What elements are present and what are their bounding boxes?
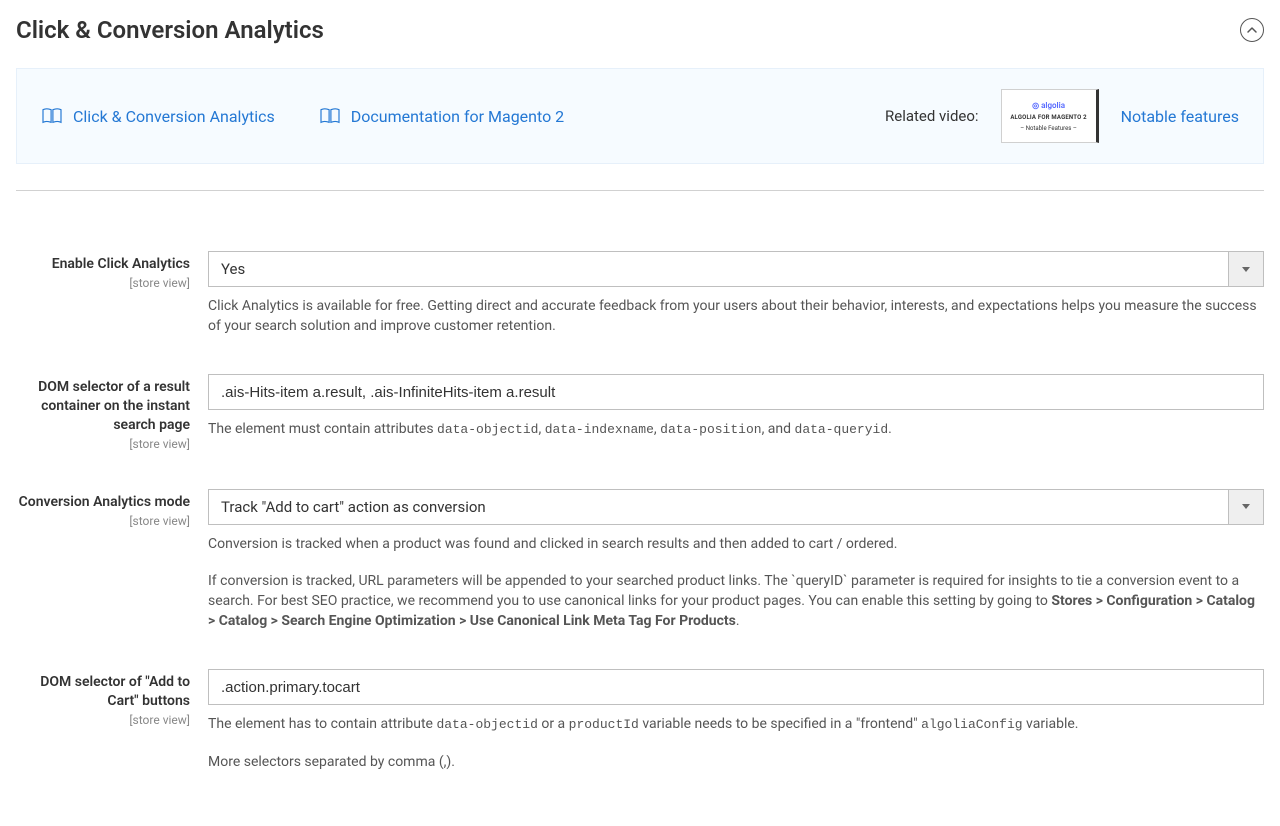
info-banner: Click & Conversion Analytics Documentati… <box>16 68 1264 164</box>
field-dom-selector-cart: DOM selector of "Add to Cart" buttons [s… <box>16 669 1264 772</box>
book-icon <box>41 107 63 125</box>
field-enable-click-analytics: Enable Click Analytics [store view] Yes … <box>16 251 1264 336</box>
thumb-subtitle: – Notable Features – <box>1020 125 1077 132</box>
field-label: Conversion Analytics mode <box>16 493 190 512</box>
chevron-up-icon <box>1246 24 1258 36</box>
field-conversion-mode: Conversion Analytics mode [store view] T… <box>16 489 1264 631</box>
chevron-down-icon[interactable] <box>1228 251 1264 287</box>
algolia-logo: ◎ algolia <box>1032 101 1065 110</box>
book-icon <box>319 107 341 125</box>
field-scope: [store view] <box>16 276 190 290</box>
dom-selector-result-input[interactable] <box>208 374 1264 410</box>
field-dom-selector-result: DOM selector of a result container on th… <box>16 374 1264 451</box>
link-documentation-magento2[interactable]: Documentation for Magento 2 <box>319 107 564 126</box>
link-notable-features[interactable]: Notable features <box>1121 107 1239 126</box>
link-label: Click & Conversion Analytics <box>73 107 275 126</box>
help-text: Click Analytics is available for free. G… <box>208 297 1264 336</box>
divider <box>16 190 1264 191</box>
collapse-section-button[interactable] <box>1240 18 1264 42</box>
page-title: Click & Conversion Analytics <box>16 16 324 44</box>
help-text: The element has to contain attribute dat… <box>208 715 1264 735</box>
enable-click-analytics-select[interactable]: Yes <box>208 251 1264 287</box>
field-label: DOM selector of "Add to Cart" buttons <box>16 673 190 711</box>
field-scope: [store view] <box>16 514 190 528</box>
field-label: DOM selector of a result container on th… <box>16 378 190 435</box>
field-label: Enable Click Analytics <box>16 255 190 274</box>
video-thumbnail[interactable]: ◎ algolia ALGOLIA FOR MAGENTO 2 – Notabl… <box>1001 89 1099 143</box>
conversion-mode-select[interactable]: Track "Add to cart" action as conversion <box>208 489 1264 525</box>
help-text: The element must contain attributes data… <box>208 420 1264 440</box>
link-click-conversion-analytics[interactable]: Click & Conversion Analytics <box>41 107 275 126</box>
related-video-label: Related video: <box>885 107 979 125</box>
help-text: If conversion is tracked, URL parameters… <box>208 572 1264 631</box>
thumb-title: ALGOLIA FOR MAGENTO 2 <box>1010 114 1086 121</box>
link-label: Documentation for Magento 2 <box>351 107 564 126</box>
field-scope: [store view] <box>16 437 190 451</box>
help-text: Conversion is tracked when a product was… <box>208 535 1264 555</box>
dom-selector-cart-input[interactable] <box>208 669 1264 705</box>
chevron-down-icon[interactable] <box>1228 489 1264 525</box>
help-text: More selectors separated by comma (,). <box>208 753 1264 773</box>
field-scope: [store view] <box>16 713 190 727</box>
select-value[interactable]: Yes <box>208 251 1228 287</box>
select-value[interactable]: Track "Add to cart" action as conversion <box>208 489 1228 525</box>
